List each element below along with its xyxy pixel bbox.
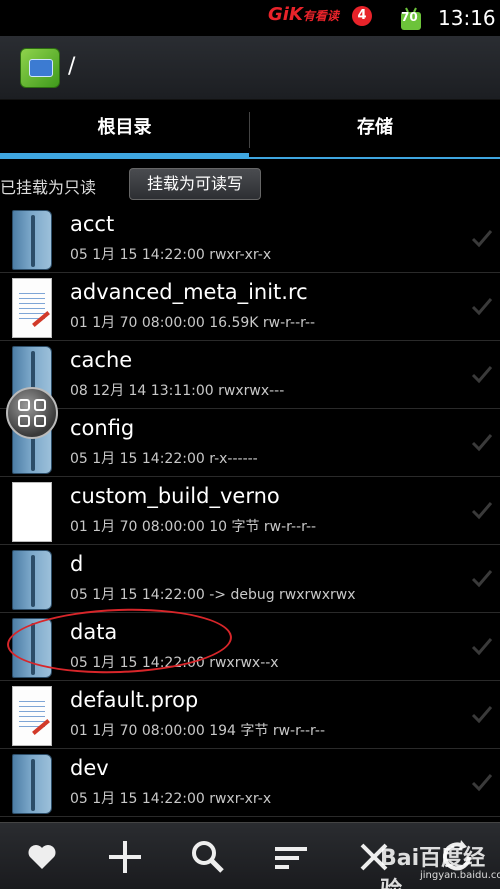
file-row[interactable]: cache 08 12月 14 13:11:00 rwxrwx--- — [0, 342, 500, 409]
status-brand: GiK有看读 — [268, 4, 339, 25]
file-meta: 05 1月 15 14:22:00 -> debug rwxrwxrwx — [70, 587, 356, 603]
checkmark-icon[interactable] — [470, 566, 494, 590]
mount-row: 已挂载为只读 挂载为可读写 — [0, 162, 500, 204]
checkmark-icon[interactable] — [470, 770, 494, 794]
file-name: d — [70, 552, 84, 576]
watermark-url: jingyan.baidu.com — [420, 870, 500, 881]
file-meta: 05 1月 15 14:22:00 r-x------ — [70, 451, 258, 467]
tab-active-indicator — [0, 153, 249, 159]
file-meta: 08 12月 14 13:11:00 rwxrwx--- — [70, 383, 285, 399]
add-icon[interactable] — [105, 837, 145, 877]
file-meta: 01 1月 70 08:00:00 10 字节 rw-r--r-- — [70, 519, 317, 535]
status-brand-badge: 4 — [352, 6, 372, 26]
app-icon[interactable] — [20, 48, 60, 88]
tab-bar: 根目录 存储 — [0, 100, 500, 160]
file-icon — [12, 482, 52, 542]
file-row[interactable]: acct 05 1月 15 14:22:00 rwxr-xr-x — [0, 206, 500, 273]
file-row[interactable]: advanced_meta_init.rc 01 1月 70 08:00:00 … — [0, 274, 500, 341]
file-meta: 01 1月 70 08:00:00 16.59K rw-r--r-- — [70, 315, 316, 331]
file-name: acct — [70, 212, 115, 236]
battery-level: 70 — [401, 10, 418, 24]
file-name: dev — [70, 756, 109, 780]
file-row[interactable]: d 05 1月 15 14:22:00 -> debug rwxrwxrwx — [0, 546, 500, 613]
checkmark-icon[interactable] — [470, 362, 494, 386]
status-clock: 13:16 — [438, 6, 496, 30]
file-meta: 05 1月 15 14:22:00 rwxr-xr-x — [70, 247, 272, 263]
file-name: default.prop — [70, 688, 199, 712]
tab-underline — [249, 157, 500, 159]
document-icon — [12, 686, 52, 746]
file-row[interactable]: custom_build_verno 01 1月 70 08:00:00 10 … — [0, 478, 500, 545]
mount-rw-button[interactable]: 挂载为可读写 — [129, 168, 261, 200]
folder-icon — [12, 550, 52, 610]
file-meta: 05 1月 15 14:22:00 rwxr-xr-x — [70, 791, 272, 807]
file-row[interactable]: config 05 1月 15 14:22:00 r-x------ — [0, 410, 500, 477]
checkmark-icon[interactable] — [470, 702, 494, 726]
file-meta: 01 1月 70 08:00:00 194 字节 rw-r--r-- — [70, 723, 326, 739]
file-row[interactable]: default.prop 01 1月 70 08:00:00 194 字节 rw… — [0, 682, 500, 749]
current-path: / — [68, 54, 76, 79]
file-name: config — [70, 416, 135, 440]
grid-icon — [18, 399, 30, 411]
tab-storage[interactable]: 存储 — [250, 100, 500, 160]
file-name: custom_build_verno — [70, 484, 280, 508]
file-row[interactable]: dev 05 1月 15 14:22:00 rwxr-xr-x — [0, 750, 500, 817]
checkmark-icon[interactable] — [470, 294, 494, 318]
checkmark-icon[interactable] — [470, 226, 494, 250]
file-name: cache — [70, 348, 133, 372]
sort-icon[interactable] — [271, 837, 311, 877]
search-icon[interactable] — [188, 837, 228, 877]
favorite-icon[interactable] — [22, 837, 62, 877]
document-icon — [12, 278, 52, 338]
checkmark-icon[interactable] — [470, 498, 494, 522]
mount-status: 已挂载为只读 — [0, 178, 97, 197]
checkmark-icon[interactable] — [470, 634, 494, 658]
file-name: advanced_meta_init.rc — [70, 280, 308, 304]
checkmark-icon[interactable] — [470, 430, 494, 454]
tab-root[interactable]: 根目录 — [0, 100, 249, 160]
floating-menu-button[interactable] — [6, 387, 58, 439]
folder-icon — [12, 210, 52, 270]
status-bar: GiK有看读 4 70 13:16 — [0, 0, 500, 36]
watermark: Bai百度经验 — [380, 846, 486, 889]
app-header: / — [0, 36, 500, 100]
folder-icon — [12, 754, 52, 814]
